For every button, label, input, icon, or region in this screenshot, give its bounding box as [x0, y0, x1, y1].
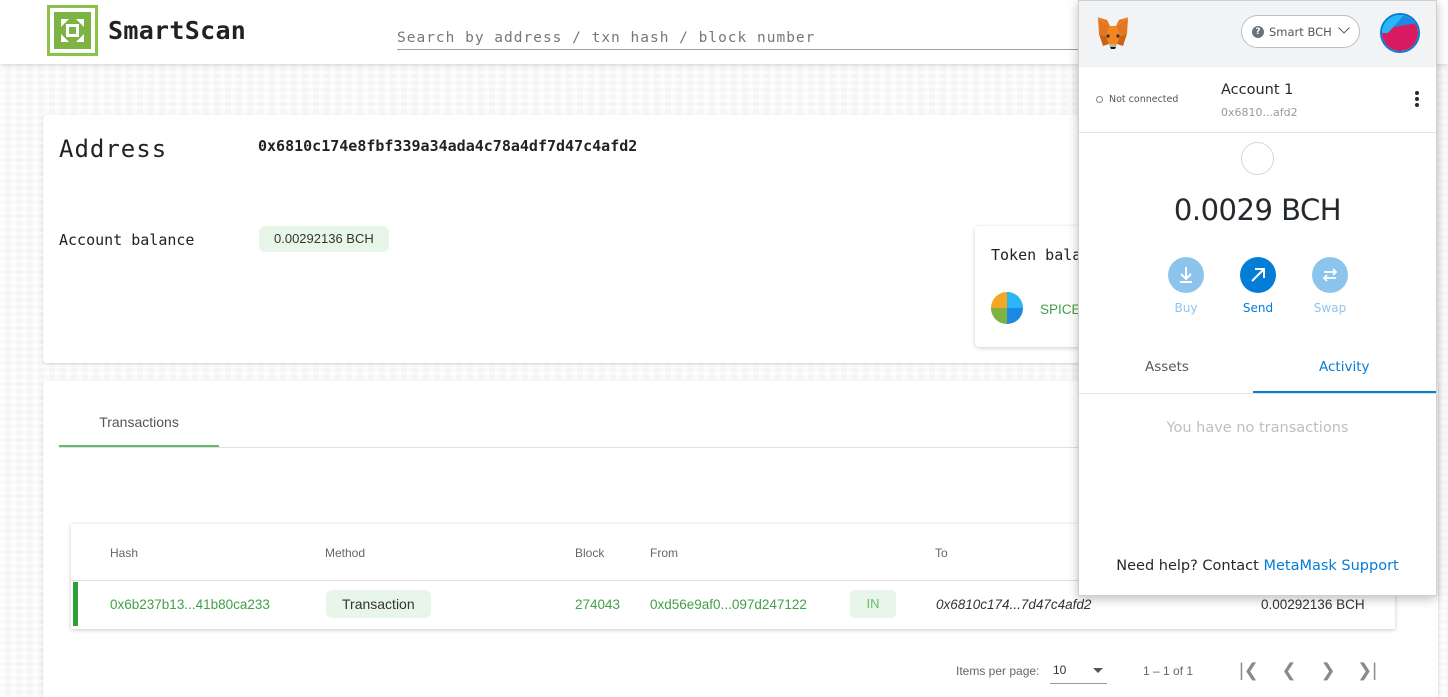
help-prefix: Need help? Contact	[1116, 558, 1259, 574]
empty-activity-message: You have no transactions	[1166, 420, 1349, 436]
help-text: Need help? Contact MetaMask Support	[1079, 558, 1436, 574]
first-page-icon[interactable]: |❮	[1237, 658, 1261, 682]
dropdown-arrow-icon	[1093, 668, 1103, 673]
tab-assets[interactable]: Assets	[1145, 359, 1189, 375]
metamask-popup: ? Smart BCH Not connected Account 1 0x68…	[1078, 0, 1437, 596]
connection-status[interactable]: Not connected	[1109, 94, 1178, 105]
network-name: Smart BCH	[1269, 25, 1332, 39]
address-value: 0x6810c174e8fbf339a34ada4c78a4df7d47c4af…	[258, 137, 638, 155]
tx-direction-badge: IN	[850, 590, 896, 618]
token-name-link[interactable]: SPICE	[1040, 302, 1081, 317]
swap-button[interactable]: Swap	[1310, 257, 1350, 315]
account-balance-chip: 0.00292136 BCH	[259, 226, 389, 252]
search-input[interactable]	[397, 20, 1087, 50]
metamask-header: ? Smart BCH	[1079, 1, 1436, 67]
chevron-down-icon	[1338, 22, 1350, 34]
help-icon: ?	[1252, 26, 1264, 38]
tab-activity[interactable]: Activity	[1319, 359, 1370, 375]
tx-method-chip: Transaction	[326, 590, 431, 618]
tx-hash-link[interactable]: 0x6b237b13...41b80ca233	[110, 597, 270, 612]
items-per-page-label: Items per page:	[956, 664, 1040, 678]
metamask-support-link[interactable]: MetaMask Support	[1263, 558, 1398, 574]
column-header-block: Block	[575, 546, 605, 560]
tx-to-address: 0x6810c174...7d47c4afd2	[936, 597, 1092, 612]
column-header-to: To	[935, 546, 948, 560]
tx-value: 0.00292136 BCH	[1261, 597, 1365, 612]
buy-label: Buy	[1174, 301, 1198, 315]
row-status-bar	[73, 582, 78, 626]
tab-transactions[interactable]: Transactions	[59, 395, 219, 447]
brand-name[interactable]: SmartScan	[108, 16, 246, 45]
network-selector[interactable]: ? Smart BCH	[1241, 15, 1360, 48]
account-options-icon[interactable]	[1415, 91, 1419, 109]
address-label: Address	[59, 135, 168, 163]
buy-button[interactable]: Buy	[1166, 257, 1206, 315]
smartscan-logo-icon[interactable]	[47, 5, 98, 56]
spice-token-icon	[991, 292, 1023, 324]
swap-icon	[1312, 257, 1348, 293]
pagination-range: 1 – 1 of 1	[1143, 664, 1194, 678]
tabs-divider	[1079, 393, 1436, 394]
currency-icon	[1241, 142, 1274, 175]
connection-status-dot-icon	[1096, 96, 1103, 103]
metamask-fox-icon[interactable]	[1095, 14, 1131, 50]
previous-page-icon[interactable]: ❮	[1277, 658, 1301, 682]
arrow-up-right-icon	[1240, 257, 1276, 293]
account-bar: Not connected Account 1 0x6810...afd2	[1079, 67, 1436, 133]
column-header-method: Method	[325, 546, 366, 560]
metamask-balance: 0.0029 BCH	[1173, 193, 1342, 227]
avatar-icon	[1382, 15, 1418, 51]
items-per-page-select[interactable]: 10	[1050, 658, 1107, 684]
last-page-icon[interactable]: ❯|	[1355, 658, 1379, 682]
swap-label: Swap	[1313, 301, 1347, 315]
tx-from-link[interactable]: 0xd56e9af0...097d247122	[650, 597, 807, 612]
address-card: Address 0x6810c174e8fbf339a34ada4c78a4df…	[43, 115, 1105, 363]
items-per-page-value: 10	[1053, 663, 1067, 677]
send-button[interactable]: Send	[1238, 257, 1278, 315]
send-label: Send	[1242, 301, 1274, 315]
download-icon	[1168, 257, 1204, 293]
account-address[interactable]: 0x6810...afd2	[1221, 106, 1298, 119]
account-balance-label: Account balance	[59, 231, 195, 249]
account-avatar[interactable]	[1380, 13, 1420, 53]
next-page-icon[interactable]: ❯	[1316, 658, 1340, 682]
column-header-hash: Hash	[110, 546, 139, 560]
tx-block-link[interactable]: 274043	[575, 597, 620, 612]
account-name[interactable]: Account 1	[1221, 82, 1293, 98]
column-header-from: From	[650, 546, 678, 560]
